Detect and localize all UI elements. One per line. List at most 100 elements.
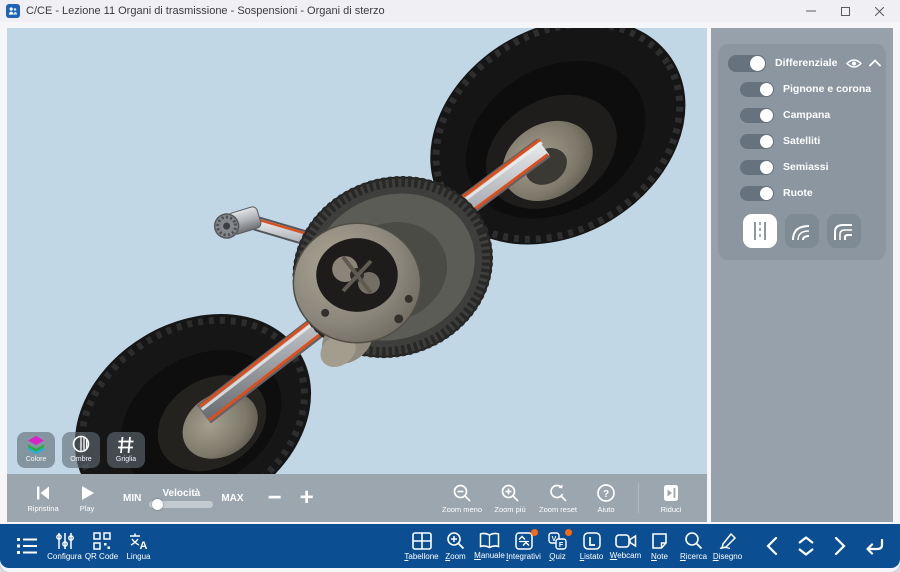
layer-row-semiassi: Semiassi bbox=[728, 158, 876, 176]
griglia-button[interactable]: Griglia bbox=[107, 432, 145, 468]
navigation-arrows bbox=[758, 530, 888, 562]
qr-code-icon bbox=[93, 532, 111, 550]
manuale-button[interactable]: Manuale bbox=[473, 532, 506, 560]
quiz-button[interactable]: V F Quiz bbox=[541, 532, 574, 561]
search-icon bbox=[684, 531, 703, 550]
listato-button[interactable]: Listato bbox=[575, 532, 608, 561]
shadows-icon bbox=[71, 435, 91, 455]
webcam-icon bbox=[615, 533, 637, 549]
play-button[interactable]: Play bbox=[65, 484, 109, 513]
speed-stepper: − + bbox=[268, 488, 314, 508]
integrativi-badge bbox=[531, 529, 538, 536]
speed-slider[interactable] bbox=[149, 501, 213, 508]
zoom-in-icon bbox=[500, 483, 520, 503]
play-icon bbox=[78, 484, 96, 502]
webcam-button[interactable]: Webcam bbox=[609, 533, 642, 560]
speed-control: MIN Velocità MAX bbox=[123, 488, 244, 508]
configura-button[interactable]: Configura bbox=[48, 532, 81, 561]
qr-code-button[interactable]: QR Code bbox=[85, 532, 118, 561]
zoom-cluster: Zoom meno Zoom più bbox=[440, 483, 693, 514]
ombre-label: Ombre bbox=[70, 456, 91, 463]
open-book-icon bbox=[479, 532, 500, 549]
pignone-toggle[interactable] bbox=[740, 82, 774, 97]
curve-road-button[interactable] bbox=[785, 214, 819, 248]
zoom-tool-button[interactable]: Zoom bbox=[439, 531, 472, 561]
max-label: MAX bbox=[221, 493, 243, 504]
app-icon bbox=[6, 4, 20, 18]
svg-text:A: A bbox=[139, 540, 147, 550]
curve-road-icon bbox=[791, 220, 813, 242]
skip-start-icon bbox=[34, 484, 52, 502]
integrativi-button[interactable]: Integrativi bbox=[507, 532, 540, 561]
media-attachments-icon bbox=[515, 532, 533, 550]
semiassi-toggle[interactable] bbox=[740, 160, 774, 175]
layer-row-pignone: Pignone e corona bbox=[728, 80, 876, 98]
speed-minus-button[interactable]: − bbox=[268, 488, 282, 508]
tabellone-button[interactable]: Tabellone bbox=[405, 532, 438, 561]
ricerca-button[interactable]: Ricerca bbox=[677, 531, 710, 561]
speed-slider-knob[interactable] bbox=[152, 499, 163, 510]
magnifier-plus-icon bbox=[446, 531, 465, 550]
road-mode-buttons bbox=[728, 214, 876, 248]
griglia-label: Griglia bbox=[116, 456, 136, 463]
campana-toggle[interactable] bbox=[740, 108, 774, 123]
zoom-reset-button[interactable]: Zoom reset bbox=[536, 483, 580, 514]
layer-row-campana: Campana bbox=[728, 106, 876, 124]
minimize-button[interactable] bbox=[794, 0, 828, 22]
straight-road-button[interactable] bbox=[743, 214, 777, 248]
ripristina-button[interactable]: Ripristina bbox=[21, 484, 65, 513]
layers-panel: Differenziale Pignone e corona bbox=[718, 44, 886, 260]
sliders-icon bbox=[55, 532, 75, 550]
controlbar-divider bbox=[638, 483, 639, 513]
bullet-list-icon bbox=[16, 536, 38, 556]
riduci-button[interactable]: Riduci bbox=[649, 483, 693, 514]
expand-collapse-button[interactable] bbox=[792, 530, 820, 562]
return-arrow-icon bbox=[864, 537, 884, 555]
ruote-toggle[interactable] bbox=[740, 186, 774, 201]
titlebar: C/CE - Lezione 11 Organi di trasmissione… bbox=[0, 0, 900, 22]
next-button[interactable] bbox=[826, 530, 854, 562]
double-curve-road-button[interactable] bbox=[827, 214, 861, 248]
viewport-display-buttons: Colore Ombre Griglia bbox=[17, 432, 145, 468]
svg-text:F: F bbox=[559, 542, 564, 549]
collapse-panel-icon bbox=[661, 483, 681, 503]
zoom-out-icon bbox=[452, 483, 472, 503]
disegno-button[interactable]: Disegno bbox=[711, 532, 744, 561]
lesson-list-button[interactable] bbox=[10, 529, 44, 563]
colore-button[interactable]: Colore bbox=[17, 432, 55, 468]
velocita-label: Velocità bbox=[162, 488, 200, 499]
main-area: Colore Ombre Griglia bbox=[0, 22, 900, 524]
note-button[interactable]: Note bbox=[643, 532, 676, 561]
chevron-right-icon bbox=[834, 537, 846, 555]
eye-icon[interactable] bbox=[846, 58, 862, 69]
previous-button[interactable] bbox=[758, 530, 786, 562]
window-title: C/CE - Lezione 11 Organi di trasmissione… bbox=[26, 5, 385, 17]
layers-color-icon bbox=[26, 435, 46, 455]
playback-bar: Ripristina Play MIN Velocità bbox=[7, 474, 707, 522]
zoom-reset-icon bbox=[548, 483, 568, 503]
return-button[interactable] bbox=[860, 530, 888, 562]
layer-row-satelliti: Satelliti bbox=[728, 132, 876, 150]
layer-row-ruote: Ruote bbox=[728, 184, 876, 202]
zoom-in-button[interactable]: Zoom più bbox=[488, 483, 532, 514]
close-button[interactable] bbox=[862, 0, 896, 22]
help-button[interactable]: ? Aiuto bbox=[584, 483, 628, 514]
ombre-button[interactable]: Ombre bbox=[62, 432, 100, 468]
chevron-left-icon bbox=[766, 537, 778, 555]
translate-icon: A bbox=[129, 532, 149, 550]
quiz-badge bbox=[565, 529, 572, 536]
maximize-button[interactable] bbox=[828, 0, 862, 22]
colore-label: Colore bbox=[26, 456, 47, 463]
zoom-out-button[interactable]: Zoom meno bbox=[440, 483, 484, 514]
lingua-button[interactable]: A Lingua bbox=[122, 532, 155, 561]
window-controls bbox=[794, 0, 896, 22]
satelliti-toggle[interactable] bbox=[740, 134, 774, 149]
toolbar-left-cluster: Configura QR Code A Li bbox=[48, 532, 155, 561]
chevron-up-icon[interactable] bbox=[869, 59, 881, 67]
3d-viewport[interactable]: Colore Ombre Griglia bbox=[7, 28, 707, 522]
chevrons-up-down-icon bbox=[797, 536, 815, 556]
help-icon: ? bbox=[596, 483, 616, 503]
app-window: C/CE - Lezione 11 Organi di trasmissione… bbox=[0, 0, 900, 572]
speed-plus-button[interactable]: + bbox=[300, 488, 314, 508]
differenziale-toggle[interactable] bbox=[728, 55, 766, 72]
